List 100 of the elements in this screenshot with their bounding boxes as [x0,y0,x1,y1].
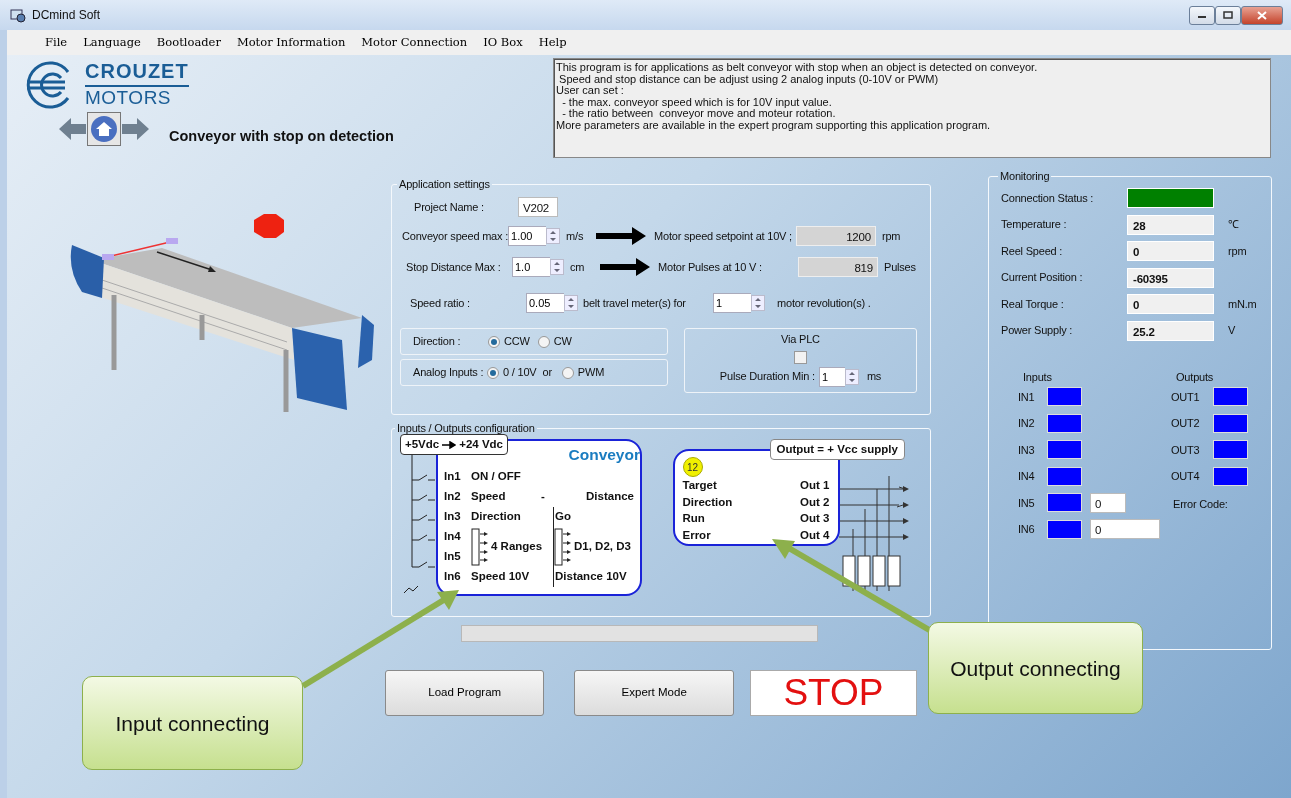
spinner-icon [751,295,765,311]
pin-label: In3 [444,509,462,525]
stop-button[interactable]: STOP [749,670,917,716]
window-title: DCmind Soft [32,7,101,24]
spin-field[interactable]: 1.0 [512,257,550,277]
function-label: 4 Ranges [491,539,543,555]
unit-label: m/s [566,228,585,244]
menu-item[interactable]: Language [75,31,149,54]
menu-item[interactable]: Motor Information [228,31,354,54]
result-label: Motor Pulses at 10 V : [658,259,763,275]
supply-label: +5Vdc +24 Vdc [400,434,508,456]
spinner-icon [844,368,859,385]
function-label: Direction [471,509,521,525]
field-label: Real Torque : [1001,296,1065,312]
field-label: Temperature : [1001,217,1068,233]
value-field: -60395 [1127,267,1214,288]
maximize-button[interactable] [1215,5,1241,25]
field-label: Connection Status : [1001,190,1095,206]
right-arrow-icon [596,227,647,245]
checkbox[interactable] [794,350,807,364]
unit-label: V [1228,323,1236,339]
pin-label: In5 [444,549,462,565]
field-label: Conveyor speed max : [402,228,509,244]
group-title: Monitoring [999,170,1051,182]
function-label: Distance 10V [555,569,627,585]
number-marker: 12 [682,457,703,477]
pin-label: In6 [444,569,462,585]
callout: Input connecting [82,676,303,770]
spinner-icon [564,295,578,311]
brand-name: CROUZET [85,60,189,87]
app-icon [10,7,26,23]
function-label: ON / OFF [471,469,521,485]
menu-item[interactable]: Bootloader [148,31,229,54]
unit-label: cm [570,259,586,275]
io-label: IN2 [1018,416,1036,431]
column-title: Inputs [1023,369,1053,384]
pin-label: Out 3 [800,511,830,526]
unit-label: ℃ [1228,217,1239,233]
separator-text: - [541,489,545,505]
radio-button[interactable]: PWM [561,364,605,381]
field-label: Direction : [413,334,462,350]
pin-label: In2 [444,489,462,505]
spin-field[interactable]: 0.05 [526,293,564,313]
field-label: Current Position : [1001,270,1084,286]
field-label: Power Supply : [1001,323,1074,339]
signal-label: Direction [682,494,733,510]
device-title: Conveyor [567,447,640,463]
page-title: Conveyor with stop on detection [169,127,394,147]
minimize-button[interactable] [1189,5,1215,25]
checkbox-label: Via PLC [781,332,820,347]
radio-button[interactable]: 0 / 10V [487,364,537,381]
pin-label: Out 4 [800,527,830,543]
spinner-icon [550,259,564,275]
io-label: OUT4 [1171,469,1201,484]
action-button[interactable]: Load Program [385,670,545,716]
pin-label: Out 2 [800,494,830,510]
io-label: OUT1 [1171,389,1201,405]
project-name-field[interactable]: V202 [518,197,558,217]
value-field: 28 [1127,214,1214,235]
field-label: Project Name : [414,199,485,215]
io-label: IN3 [1018,442,1036,458]
function-label: Distance [586,489,634,505]
menu-item[interactable]: Motor Connection [353,31,476,54]
unit-label: rpm [881,228,901,244]
spin-field[interactable]: 1 [713,293,751,313]
action-button[interactable]: Expert Mode [574,670,734,716]
value-field: 25.2 [1127,320,1214,341]
spinner-icon [546,228,561,244]
io-label: IN5 [1018,495,1036,511]
pin-label: In1 [444,469,462,485]
readout-field: 1200 [795,226,876,246]
menu-item[interactable]: File [37,31,76,54]
menu-item[interactable]: IO Box [475,31,531,54]
field-label: Stop Distance Max : [406,259,502,275]
signal-label: Error [682,527,711,543]
signal-label: Target [682,478,717,493]
io-label: IN4 [1018,469,1036,484]
spin-field[interactable]: 1 [818,366,845,387]
pin-label: Out 1 [800,478,830,493]
close-button[interactable] [1241,5,1283,25]
spin-field[interactable]: 1.00 [508,226,547,246]
radio-button[interactable]: CW [537,333,572,350]
value-field: 0 [1090,492,1126,513]
io-label: OUT2 [1171,416,1201,431]
home-icon [90,115,118,143]
bracket-icon [471,528,489,566]
menu-item[interactable]: Help [530,31,575,54]
home-button[interactable] [87,112,121,146]
io-label: IN1 [1018,389,1036,405]
field-label: Error Code: [1173,496,1229,512]
function-label: Speed 10V [471,569,530,585]
field-label: Reel Speed : [1001,243,1064,259]
arrow-icon [442,440,457,449]
right-arrow-icon [600,258,650,276]
radio-button[interactable]: CCW [488,333,530,350]
close-icon [1257,10,1267,20]
field-label: Speed ratio : [410,295,471,311]
function-label: D1, D2, D3 [574,539,631,555]
unit-label: Pulses [884,259,916,275]
description-box: This program is for applications as belt conveyor with stop when an object is detected on conveyor. Speed and stop distance can be adjust using 2 analog inputs (0-10V or PWM) User can set : - the max. conveyor speed which is for 10V input value. - the ratio between conveyor move and moteur rotation. More parameters are available in the expert program supporting this application program. [553,58,1271,158]
